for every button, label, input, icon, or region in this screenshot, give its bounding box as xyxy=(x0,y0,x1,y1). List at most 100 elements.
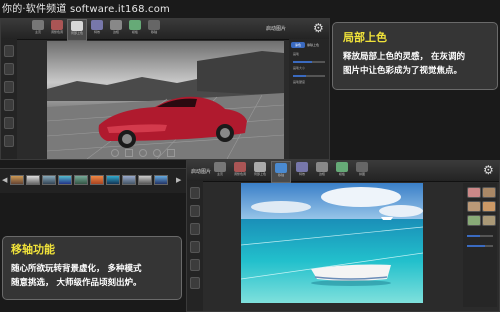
template-icon xyxy=(336,162,348,172)
panel-label-brush: 画笔 xyxy=(293,52,300,56)
tool-frame[interactable]: 边框 xyxy=(313,161,331,181)
tool-collage[interactable]: 拼图 xyxy=(353,161,371,181)
tilt-mode-radial-icon[interactable] xyxy=(482,187,496,198)
tab-erase[interactable]: 擦除上色 xyxy=(307,42,327,48)
thumbnail[interactable] xyxy=(10,175,24,185)
template-icon xyxy=(129,20,141,30)
tool-home[interactable]: 主页 xyxy=(211,161,229,181)
top-left-sidebar xyxy=(1,39,17,159)
settings-gear-icon[interactable]: ⚙ xyxy=(483,163,494,177)
thumbnail[interactable] xyxy=(138,175,152,185)
panel-label-hardness: 画笔硬度 xyxy=(293,80,306,84)
adjust-icon xyxy=(51,20,63,30)
effects-icon xyxy=(91,20,103,30)
local-color-line1: 释放局部上色的灵感， 在灰调的 xyxy=(343,52,465,62)
save-icon[interactable] xyxy=(4,63,14,75)
thumbnail[interactable] xyxy=(106,175,120,185)
open-file-icon[interactable] xyxy=(190,187,200,199)
tilt-shift-line1: 随心所欲玩转背景虚化， 多种模式 xyxy=(11,264,142,274)
tool-frame[interactable]: 边框 xyxy=(107,19,125,39)
local-color-line2: 图片中让色彩成为了视觉焦点。 xyxy=(343,66,463,76)
tilt-mode-linear-icon[interactable] xyxy=(467,187,481,198)
local-color-callout: 局部上色 释放局部上色的灵感， 在灰调的 图片中让色彩成为了视觉焦点。 xyxy=(332,22,498,90)
frame-icon xyxy=(316,162,328,172)
brush-icon xyxy=(71,21,83,31)
car-photo-canvas[interactable] xyxy=(47,41,284,159)
adjust-icon xyxy=(234,162,246,172)
tool-adjust[interactable]: 调整色调 xyxy=(48,19,66,39)
brush-hardness-slider[interactable] xyxy=(293,75,325,77)
home-icon xyxy=(214,162,226,172)
brush-icon xyxy=(254,162,266,172)
tool-effects[interactable]: 特效 xyxy=(88,19,106,39)
fullscreen-icon[interactable] xyxy=(167,149,175,157)
undo-icon[interactable] xyxy=(190,223,200,235)
home-icon xyxy=(32,20,44,30)
tool-template[interactable]: 模板 xyxy=(333,161,351,181)
bottom-window-title: 启动图片 xyxy=(191,169,212,175)
effects-icon xyxy=(296,162,308,172)
local-color-title: 局部上色 xyxy=(343,31,387,44)
sea-photo-canvas[interactable] xyxy=(241,183,423,303)
range-slider[interactable] xyxy=(467,245,493,247)
frame-icon xyxy=(110,20,122,30)
brush-size-slider[interactable] xyxy=(293,61,325,63)
tool-local-color[interactable]: 局部上色 xyxy=(251,161,269,181)
tool-effects[interactable]: 特效 xyxy=(293,161,311,181)
redo-icon[interactable] xyxy=(190,241,200,253)
tool-template[interactable]: 模板 xyxy=(126,19,144,39)
bottom-toolbar: 启动图片 主页 调整色调 局部上色 移轴 特效 边框 模板 拼图 ⚙ xyxy=(187,161,499,183)
top-right-panel: 涂色 擦除上色 画笔 画笔大小 画笔硬度 xyxy=(289,39,329,159)
undo-icon[interactable] xyxy=(4,81,14,93)
settings-gear-icon[interactable]: ⚙ xyxy=(313,21,324,35)
bottom-app-window: 启动图片 主页 调整色调 局部上色 移轴 特效 边框 模板 拼图 ⚙ xyxy=(186,160,500,312)
bottom-left-sidebar xyxy=(187,181,203,311)
thumbnail[interactable] xyxy=(26,175,40,185)
thumbnail[interactable] xyxy=(122,175,136,185)
tilt-shift-line2: 随意挑选， 大师级作品顷刻出炉。 xyxy=(11,278,142,288)
thumbnail[interactable] xyxy=(90,175,104,185)
open-file-icon[interactable] xyxy=(4,45,14,57)
share-icon[interactable] xyxy=(190,277,200,289)
filmstrip-prev-icon[interactable]: ◀ xyxy=(2,176,7,184)
collage-icon xyxy=(356,162,368,172)
sea-photo xyxy=(241,183,423,303)
tilt-shift-callout: 移轴功能 随心所欲玩转背景虚化， 多种模式 随意挑选， 大师级作品顷刻出炉。 xyxy=(2,236,182,300)
tilt-preset-icon[interactable] xyxy=(467,201,481,212)
filmstrip-next-icon[interactable]: ▶ xyxy=(176,176,181,184)
blur-slider[interactable] xyxy=(467,235,493,237)
tool-tilt[interactable]: 移轴 xyxy=(271,161,291,183)
thumbnail[interactable] xyxy=(74,175,88,185)
tilt-icon xyxy=(148,20,160,30)
tilt-preset-icon[interactable] xyxy=(467,215,481,226)
rotate-icon[interactable] xyxy=(153,149,161,157)
panel-label-size: 画笔大小 xyxy=(293,66,306,70)
redo-icon[interactable] xyxy=(4,99,14,111)
tool-home[interactable]: 主页 xyxy=(29,19,47,39)
zoom-in-icon[interactable] xyxy=(139,149,147,157)
thumbnail[interactable] xyxy=(58,175,72,185)
top-toolbar: 主页 调整色调 局部上色 特效 边框 模板 移轴 启动图片 ⚙ xyxy=(1,19,329,41)
car-photo xyxy=(47,51,284,159)
tool-local-color[interactable]: 局部上色 xyxy=(67,19,87,41)
tilt-icon xyxy=(275,163,287,173)
thumbnail[interactable] xyxy=(154,175,168,185)
save-icon[interactable] xyxy=(190,205,200,217)
compare-icon[interactable] xyxy=(4,117,14,129)
compare-icon[interactable] xyxy=(190,259,200,271)
thumbnail[interactable] xyxy=(42,175,56,185)
zoom-bar xyxy=(111,149,191,157)
site-watermark: 你的·软件频道 software.it168.com xyxy=(2,4,171,15)
tilt-preset-icon[interactable] xyxy=(482,215,496,226)
tilt-shift-title: 移轴功能 xyxy=(11,243,55,256)
tool-adjust[interactable]: 调整色调 xyxy=(231,161,249,181)
top-app-window: 主页 调整色调 局部上色 特效 边框 模板 移轴 启动图片 ⚙ 涂色 擦除上色 … xyxy=(0,18,330,160)
tilt-preset-icon[interactable] xyxy=(482,201,496,212)
zoom-out-icon[interactable] xyxy=(111,149,119,157)
bottom-right-panel xyxy=(463,183,497,307)
tool-tilt[interactable]: 移轴 xyxy=(145,19,163,39)
share-icon[interactable] xyxy=(4,135,14,147)
tab-paint[interactable]: 涂色 xyxy=(291,42,305,48)
top-window-title: 启动图片 xyxy=(266,26,287,32)
zoom-fit-icon[interactable] xyxy=(125,149,133,157)
